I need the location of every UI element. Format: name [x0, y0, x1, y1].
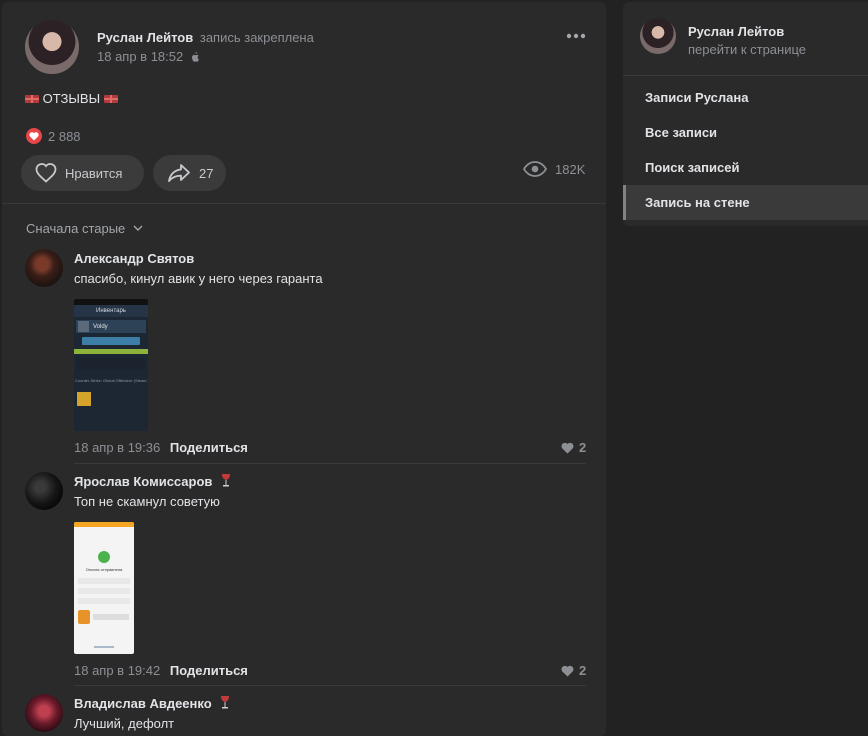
sidebar-item-wall-post[interactable]: Запись на стене — [623, 185, 868, 220]
sidebar-item-all-posts[interactable]: Все записи — [623, 115, 868, 150]
likes-count: 2 888 — [48, 128, 81, 144]
divider — [74, 685, 586, 686]
heart-icon — [561, 442, 574, 453]
sidebar-profile-link[interactable]: перейти к странице — [688, 42, 806, 57]
attachment-link — [94, 646, 114, 648]
comment-attachment-image[interactable]: Инвентарь Voldy Counter-Strike: Global O… — [74, 299, 148, 431]
attachment-title: Оплата отправлена — [85, 567, 123, 572]
divider — [2, 203, 606, 204]
sidebar-item-search-posts[interactable]: Поиск записей — [623, 150, 868, 185]
sidebar-profile-name[interactable]: Руслан Лейтов — [688, 24, 784, 39]
apple-icon — [191, 52, 199, 62]
sidebar-avatar[interactable] — [640, 18, 676, 54]
ribbon-icon — [103, 95, 118, 103]
comments-sort-toggle[interactable]: Сначала старые — [26, 221, 143, 236]
share-button[interactable]: 27 — [153, 155, 226, 191]
post-date-text: 18 апр в 18:52 — [97, 49, 184, 64]
post-date[interactable]: 18 апр в 18:52 — [97, 49, 199, 64]
commenter-avatar[interactable] — [25, 694, 63, 732]
attachment-row — [78, 578, 130, 584]
comment-like-count: 2 — [579, 440, 587, 455]
sort-label: Сначала старые — [26, 221, 126, 236]
ribbon-icon — [25, 95, 39, 103]
comment-like-button[interactable]: 2 — [561, 663, 586, 678]
commenter-avatar[interactable] — [25, 472, 63, 510]
post-card: Руслан Лейтов запись закреплена 18 апр в… — [2, 2, 606, 736]
post-text-content: ОТЗЫВЫ — [42, 91, 101, 106]
comment-share-link[interactable]: Поделиться — [170, 440, 248, 455]
sidebar-item-user-posts[interactable]: Записи Руслана — [623, 80, 868, 115]
checkmark-icon — [98, 551, 110, 563]
likes-summary[interactable]: 2 888 — [26, 128, 81, 144]
attachment-profile: Voldy — [93, 323, 108, 330]
profile-thumb — [78, 321, 89, 332]
comment-text: спасибо, кинул авик у него через гаранта — [74, 271, 323, 286]
attachment-title: Инвентарь — [74, 305, 148, 317]
like-button[interactable]: Нравится — [21, 155, 144, 191]
commenter-avatar[interactable] — [25, 249, 63, 287]
comment-date[interactable]: 18 апр в 19:42 — [74, 663, 160, 678]
share-icon — [168, 164, 190, 182]
like-button-label: Нравится — [65, 165, 123, 181]
attachment-promo — [78, 610, 130, 624]
author-avatar[interactable] — [25, 20, 79, 74]
comment-meta: 18 апр в 19:36 Поделиться — [74, 440, 248, 455]
comment-share-link[interactable]: Поделиться — [170, 663, 248, 678]
comment-like-count: 2 — [579, 663, 587, 678]
attachment-row — [77, 358, 145, 370]
post-header: Руслан Лейтов запись закреплена — [97, 30, 314, 45]
more-options-icon[interactable] — [565, 30, 587, 42]
commenter-name-row: Ярослав Комиссаров — [74, 474, 231, 489]
divider — [623, 75, 868, 76]
divider — [74, 463, 586, 464]
heart-badge-icon — [26, 128, 42, 144]
status-bar — [74, 522, 134, 527]
attachment-row — [78, 588, 130, 594]
pinned-label: запись закреплена — [199, 30, 314, 45]
commenter-name[interactable]: Ярослав Комиссаров — [74, 474, 212, 489]
author-name[interactable]: Руслан Лейтов — [97, 30, 193, 45]
heart-icon — [561, 665, 574, 676]
commenter-name-row: Владислав Авдеенко — [74, 696, 230, 711]
attachment-game-icon — [77, 392, 91, 406]
attachment-row — [78, 598, 130, 604]
comment-text: Лучший, дефолт — [74, 716, 175, 731]
sidebar-card: Руслан Лейтов перейти к странице Записи … — [623, 2, 868, 226]
comment-attachment-image[interactable]: Оплата отправлена — [74, 522, 134, 654]
attachment-button — [82, 337, 140, 345]
commenter-name[interactable]: Владислав Авдеенко — [74, 696, 212, 711]
eye-icon — [523, 161, 547, 177]
attachment-green-bar — [74, 349, 148, 354]
heart-outline-icon — [35, 163, 57, 183]
comment-meta: 18 апр в 19:42 Поделиться — [74, 663, 248, 678]
commenter-name[interactable]: Александр Святов — [74, 251, 194, 266]
share-count: 27 — [199, 165, 214, 181]
chevron-down-icon — [133, 225, 143, 231]
wine-glass-icon — [222, 474, 231, 487]
promo-text-placeholder — [93, 614, 129, 620]
post-text: ОТЗЫВЫ — [25, 91, 118, 106]
wine-glass-icon — [221, 696, 230, 709]
comment-date[interactable]: 18 апр в 19:36 — [74, 440, 160, 455]
attachment-section: Counter-Strike: Global Offensive (Steam) — [75, 378, 147, 383]
views-count: 182K — [555, 161, 586, 177]
views-counter: 182K — [523, 161, 585, 177]
comment-like-button[interactable]: 2 — [561, 440, 586, 455]
attachment-profile-row: Voldy — [76, 320, 146, 333]
promo-image — [78, 610, 90, 624]
comment-text: Топ не скамнул советую — [74, 494, 220, 509]
